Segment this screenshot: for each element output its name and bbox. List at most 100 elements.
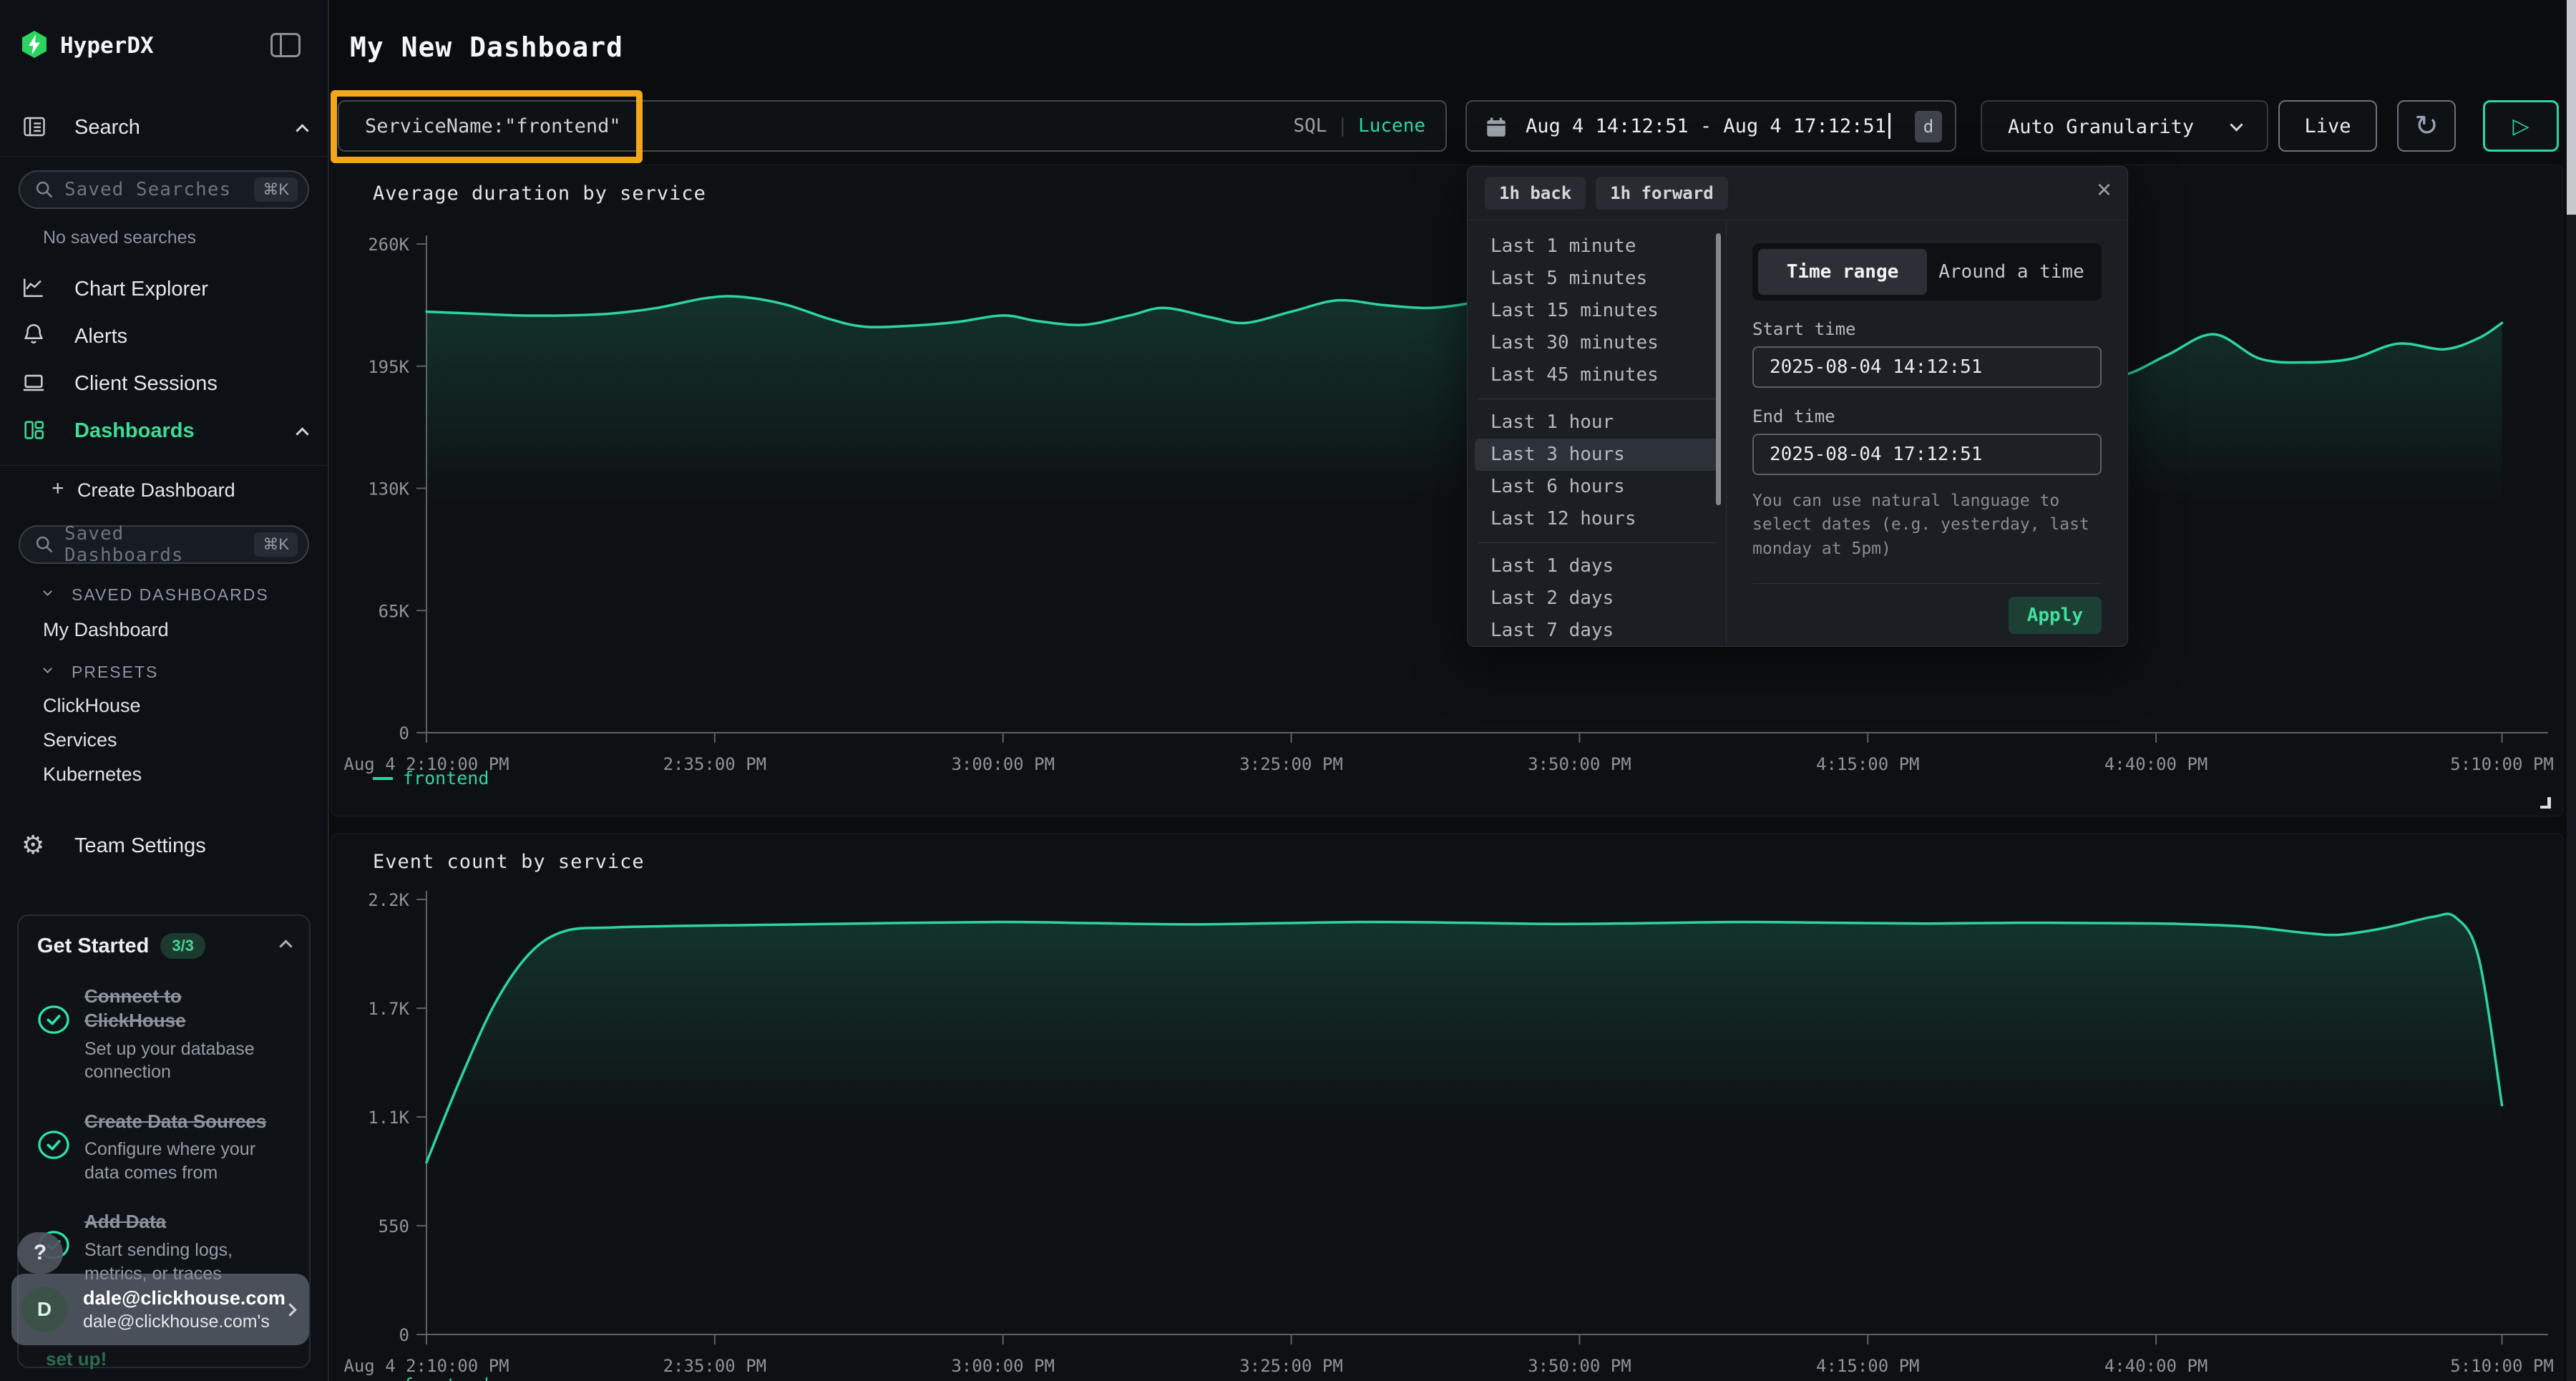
saved-dashboards-placeholder: Saved Dashboards <box>64 523 254 566</box>
help-button[interactable]: ? <box>17 1232 63 1274</box>
close-icon[interactable]: × <box>2097 177 2112 202</box>
query-filter-input[interactable] <box>339 102 1445 150</box>
svg-text:2:35:00 PM: 2:35:00 PM <box>663 1356 767 1376</box>
time-picker-body: Last 1 minuteLast 5 minutesLast 15 minut… <box>1468 220 2127 646</box>
sidebar-item-dashboards[interactable]: Dashboards <box>74 419 195 443</box>
time-option[interactable]: Last 3 hours <box>1475 439 1719 471</box>
saved-dashboards-input[interactable]: Saved Dashboards ⌘K <box>19 525 309 564</box>
sidebar-item-chart-explorer[interactable]: Chart Explorer <box>74 278 208 301</box>
chevron-up-icon[interactable] <box>296 124 308 137</box>
time-option[interactable]: Last 1 days <box>1468 550 1726 582</box>
user-menu[interactable]: D dale@clickhouse.com dale@clickhouse.co… <box>11 1274 309 1345</box>
divider <box>0 465 328 466</box>
preset-dashboard-item[interactable]: Services <box>43 723 301 757</box>
svg-text:0: 0 <box>399 723 409 743</box>
time-option[interactable]: Last 12 hours <box>1468 503 1726 535</box>
divider <box>1478 542 1716 543</box>
user-org: dale@clickhouse.com's <box>83 1312 286 1332</box>
live-button[interactable]: Live <box>2278 100 2377 152</box>
refresh-button[interactable]: ↻ <box>2397 100 2456 152</box>
sidebar-item-team-settings[interactable]: Team Settings <box>74 834 206 858</box>
chevron-up-icon[interactable] <box>279 940 292 952</box>
saved-dashboard-item[interactable]: My Dashboard <box>43 613 301 647</box>
scrollbar-thumb[interactable] <box>1716 233 1721 505</box>
chart-panel-event-count: Event count by service 05501.1K1.7K2.2KA… <box>331 833 2563 1381</box>
sidebar-item-search[interactable]: Search <box>74 116 140 140</box>
time-option[interactable]: Last 15 minutes <box>1468 295 1726 327</box>
time-picker-form: Time range Around a time Start time End … <box>1727 220 2127 646</box>
time-option[interactable]: Last 45 minutes <box>1468 359 1726 391</box>
page-scrollbar[interactable] <box>2567 0 2576 1381</box>
chart-legend: frontend <box>373 1375 489 1381</box>
svg-text:4:40:00 PM: 4:40:00 PM <box>2104 1356 2208 1376</box>
sidebar-item-client-sessions[interactable]: Client Sessions <box>74 372 218 396</box>
play-button[interactable]: ▷ <box>2483 100 2559 152</box>
time-range-value: Aug 4 14:12:51 - Aug 4 17:12:51 <box>1526 115 1886 137</box>
time-option[interactable]: Last 7 days <box>1468 615 1726 646</box>
kbd-d-badge: d <box>1915 111 1942 142</box>
time-option[interactable]: Last 6 hours <box>1468 471 1726 503</box>
svg-text:1.7K: 1.7K <box>368 999 409 1019</box>
time-range-input[interactable]: Aug 4 14:12:51 - Aug 4 17:12:51 d <box>1465 100 1956 152</box>
time-option[interactable]: Last 1 hour <box>1468 406 1726 439</box>
shift-1h-back-button[interactable]: 1h back <box>1485 177 1586 210</box>
tab-around-a-time[interactable]: Around a time <box>1927 249 2096 295</box>
svg-text:1.1K: 1.1K <box>368 1108 409 1128</box>
saved-dashboards-header[interactable]: SAVED DASHBOARDS <box>72 585 269 605</box>
granularity-select[interactable]: Auto Granularity <box>1981 100 2268 152</box>
plus-icon: + <box>52 477 64 501</box>
saved-searches-input[interactable]: Saved Searches ⌘K <box>19 170 309 209</box>
chevron-up-icon[interactable] <box>296 427 308 440</box>
chevron-down-icon[interactable] <box>43 664 52 673</box>
get-started-progress-badge: 3/3 <box>160 933 205 959</box>
dashboards-grid-icon <box>21 418 46 442</box>
line-chart-avg-duration[interactable]: 065K130K195K260KAug 4 2:10:00 PM2:35:00 … <box>331 165 2564 817</box>
time-option[interactable]: Last 30 minutes <box>1468 327 1726 359</box>
legend-series-label: frontend <box>403 768 489 789</box>
presets-header[interactable]: PRESETS <box>72 663 158 682</box>
check-circle-icon <box>37 1110 70 1185</box>
avatar: D <box>21 1287 67 1332</box>
get-started-partial-link[interactable]: set up! <box>46 1348 107 1370</box>
panel-resize-handle[interactable] <box>2540 797 2551 809</box>
end-time-input[interactable] <box>1752 434 2102 475</box>
get-started-item-desc: Configure where your data comes from <box>84 1138 274 1184</box>
time-option[interactable]: Last 1 minute <box>1468 230 1726 263</box>
sidebar-item-alerts[interactable]: Alerts <box>74 325 127 348</box>
tab-time-range[interactable]: Time range <box>1758 249 1927 295</box>
svg-text:130K: 130K <box>368 479 409 499</box>
svg-text:5:10:00 PM: 5:10:00 PM <box>2450 1356 2554 1376</box>
user-email: dale@clickhouse.com <box>83 1287 286 1309</box>
sql-toggle[interactable]: SQL <box>1293 115 1327 137</box>
shift-1h-forward-button[interactable]: 1h forward <box>1596 177 1728 210</box>
divider <box>0 156 328 157</box>
legend-line-swatch <box>373 777 393 780</box>
time-picker-popover: 1h back 1h forward × Last 1 minuteLast 5… <box>1467 166 2128 647</box>
start-time-input[interactable] <box>1752 346 2102 388</box>
line-chart-event-count[interactable]: 05501.1K1.7K2.2KAug 4 2:10:00 PM2:35:00 … <box>331 834 2564 1381</box>
sidebar-collapse-icon[interactable] <box>270 33 301 57</box>
get-started-item[interactable]: Connect to ClickHouseSet up your databas… <box>37 985 291 1084</box>
lucene-toggle[interactable]: Lucene <box>1358 115 1425 137</box>
time-picker-header: 1h back 1h forward × <box>1468 167 2127 220</box>
kbd-shortcut: ⌘K <box>254 177 298 202</box>
get-started-item[interactable]: Create Data SourcesConfigure where your … <box>37 1110 291 1185</box>
chevron-down-icon <box>2230 118 2243 131</box>
presets-list: ClickHouseServicesKubernetes <box>43 688 301 791</box>
svg-text:3:00:00 PM: 3:00:00 PM <box>951 1356 1055 1376</box>
chevron-down-icon[interactable] <box>43 587 52 596</box>
svg-text:195K: 195K <box>368 357 409 377</box>
time-option[interactable]: Last 5 minutes <box>1468 263 1726 295</box>
chart-legend: frontend <box>373 768 489 789</box>
svg-text:3:50:00 PM: 3:50:00 PM <box>1528 1356 1631 1376</box>
chart-title: Average duration by service <box>373 182 706 205</box>
apply-button[interactable]: Apply <box>2009 597 2102 634</box>
preset-dashboard-item[interactable]: ClickHouse <box>43 688 301 723</box>
time-option[interactable]: Last 2 days <box>1468 582 1726 615</box>
page-scrollbar-thumb[interactable] <box>2567 0 2576 215</box>
kbd-shortcut: ⌘K <box>254 532 298 557</box>
preset-dashboard-item[interactable]: Kubernetes <box>43 757 301 791</box>
chart-title: Event count by service <box>373 851 645 873</box>
get-started-item-title: Connect to ClickHouse <box>84 985 274 1033</box>
create-dashboard-button[interactable]: Create Dashboard <box>77 479 235 502</box>
